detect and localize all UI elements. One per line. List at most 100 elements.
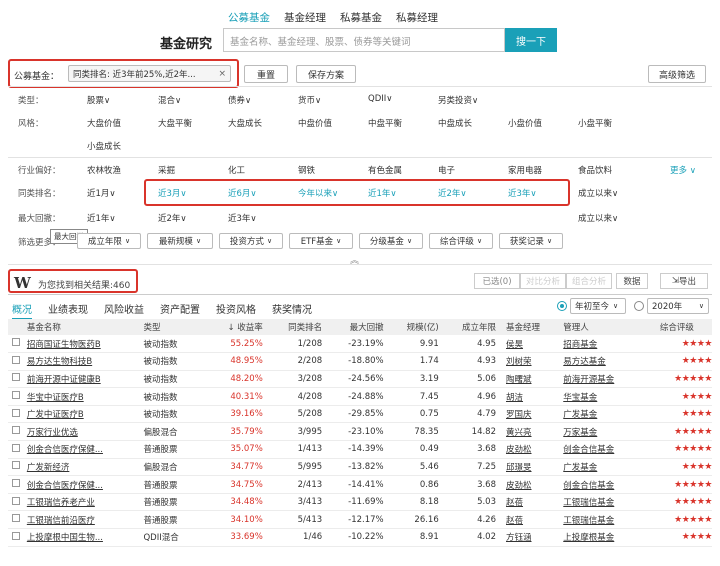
style-option[interactable]: 中盘价值	[298, 117, 332, 129]
table-row[interactable]: 工银瑞信养老产业 普通股票 34.48% 3/413 -11.69% 8.18 5.03 赵蓓…	[8, 493, 712, 512]
fund-name-link[interactable]: 万家行业优选	[22, 422, 140, 442]
tab-risk-return[interactable]: 风险收益	[104, 301, 144, 320]
industry-option[interactable]: 农林牧渔	[87, 164, 121, 176]
manager-link[interactable]: 黄兴亮	[502, 422, 560, 442]
data-button[interactable]: 数据	[616, 273, 648, 289]
row-checkbox[interactable]	[8, 370, 23, 389]
rank-option-3y[interactable]: 近3年∨	[508, 187, 537, 199]
industry-option[interactable]: 钢铁	[298, 164, 315, 176]
header-years[interactable]: 成立年限	[445, 319, 502, 335]
filter-chip[interactable]: 同类排名: 近3年前25%,近2年... ×	[68, 65, 231, 82]
row-checkbox[interactable]	[8, 352, 23, 371]
table-row[interactable]: 广发中证医疗B 被动指数 39.16% 5/208 -29.85% 0.75 4.79 罗国庆…	[8, 405, 712, 424]
table-row[interactable]: 华宝中证医疗B 被动指数 40.31% 4/208 -24.88% 7.45 4.96 胡洁华…	[8, 387, 712, 406]
checkbox[interactable]	[12, 391, 20, 400]
manager-link[interactable]: 赵蓓	[502, 510, 560, 530]
row-checkbox[interactable]	[8, 405, 23, 424]
compare-button[interactable]: 对比分析	[520, 273, 566, 289]
style-option[interactable]: 大盘成长	[228, 117, 262, 129]
selected-button[interactable]: 已选(0)	[474, 273, 520, 289]
checkbox[interactable]	[12, 338, 20, 347]
fund-name-link[interactable]: 易方达生物科技B	[22, 352, 140, 371]
fund-name-link[interactable]: 创金合信医疗保健...	[22, 475, 140, 494]
drawdown-option[interactable]: 成立以来∨	[578, 212, 618, 224]
drawdown-option[interactable]: 近1年∨	[87, 212, 116, 224]
industry-option[interactable]: 化工	[228, 164, 245, 176]
manager-link[interactable]: 侯昊	[502, 335, 560, 354]
fund-name-link[interactable]: 工银瑞信前沿医疗	[22, 510, 140, 530]
row-checkbox[interactable]	[8, 493, 23, 512]
reset-button[interactable]: 重置	[244, 65, 288, 83]
filter-graded-dropdown[interactable]: 分级基金 ∨	[359, 233, 423, 249]
row-checkbox[interactable]	[8, 528, 23, 547]
nav-tab-private-funds[interactable]: 私募基金	[340, 10, 382, 30]
company-link[interactable]: 广发基金	[559, 405, 638, 424]
style-option[interactable]: 小盘平衡	[578, 117, 612, 129]
table-row[interactable]: 工银瑞信前沿医疗 普通股票 34.10% 5/413 -12.17% 26.16 4.26 赵…	[8, 510, 712, 530]
rank-option-2y[interactable]: 近2年∨	[438, 187, 467, 199]
more-industries-link[interactable]: 更多 ∨	[670, 164, 696, 176]
save-scheme-button[interactable]: 保存方案	[296, 65, 356, 83]
company-link[interactable]: 工银瑞信基金	[559, 510, 638, 530]
header-return[interactable]: ↓ 收益率	[207, 319, 268, 335]
table-row[interactable]: 创金合信医疗保健... 普通股票 34.75% 2/413 -14.41% 0.86 3.6…	[8, 475, 712, 494]
style-option[interactable]: 中盘成长	[438, 117, 472, 129]
header-drawdown[interactable]: 最大回撤	[328, 319, 389, 335]
type-option-stock[interactable]: 股票∨	[87, 94, 110, 106]
manager-link[interactable]: 方钰涵	[502, 528, 560, 547]
style-option[interactable]: 小盘成长	[87, 140, 121, 152]
year-select[interactable]: 2020年 ∨	[647, 298, 709, 314]
row-checkbox[interactable]	[8, 458, 23, 477]
company-link[interactable]: 前海开源基金	[559, 370, 638, 389]
table-row[interactable]: 前海开源中证健康B 被动指数 48.20% 3/208 -24.56% 3.19 5.06 陶…	[8, 370, 712, 389]
company-link[interactable]: 创金合信基金	[559, 440, 638, 459]
company-link[interactable]: 招商基金	[559, 335, 638, 354]
portfolio-analysis-button[interactable]: 组合分析	[566, 273, 612, 289]
rank-option-ytd[interactable]: 今年以来∨	[298, 187, 338, 199]
row-checkbox[interactable]	[8, 422, 23, 442]
style-option[interactable]: 大盘平衡	[158, 117, 192, 129]
checkbox[interactable]	[12, 496, 20, 505]
row-checkbox[interactable]	[8, 510, 23, 530]
period-radio[interactable]	[557, 301, 567, 311]
search-button[interactable]: 搜一下	[505, 28, 557, 52]
fund-name-link[interactable]: 广发新经济	[22, 458, 140, 477]
rank-option-inception[interactable]: 成立以来∨	[578, 187, 618, 199]
fund-name-link[interactable]: 广发中证医疗B	[22, 405, 140, 424]
close-icon[interactable]: ×	[218, 69, 226, 79]
type-option-bond[interactable]: 债券∨	[228, 94, 251, 106]
tab-awards[interactable]: 获奖情况	[272, 301, 312, 320]
table-row[interactable]: 创金合信医疗保健... 普通股票 35.07% 1/413 -14.39% 0.49 3.6…	[8, 440, 712, 459]
year-radio[interactable]	[634, 301, 644, 311]
search-input[interactable]: 基金名称、基金经理、股票、债券等关键词	[223, 28, 505, 52]
table-row[interactable]: 万家行业优选 偏股混合 35.79% 3/995 -23.10% 78.35 14.82 黄兴…	[8, 422, 712, 442]
checkbox[interactable]	[12, 514, 20, 523]
fund-name-link[interactable]: 工银瑞信养老产业	[22, 493, 140, 512]
drawdown-option[interactable]: 近3年∨	[228, 212, 257, 224]
rank-option-1m[interactable]: 近1月∨	[87, 187, 116, 199]
company-link[interactable]: 万家基金	[559, 422, 638, 442]
industry-option[interactable]: 有色金属	[368, 164, 402, 176]
filter-size-dropdown[interactable]: 最新规模 ∨	[147, 233, 213, 249]
style-option[interactable]: 小盘价值	[508, 117, 542, 129]
row-checkbox[interactable]	[8, 475, 23, 494]
advanced-filter-button[interactable]: 高级筛选	[648, 65, 706, 83]
industry-option[interactable]: 食品饮料	[578, 164, 612, 176]
company-link[interactable]: 易方达基金	[559, 352, 638, 371]
type-option-alternative[interactable]: 另类投资∨	[438, 94, 478, 106]
tab-invest-style[interactable]: 投资风格	[216, 301, 256, 320]
checkbox[interactable]	[12, 355, 20, 364]
checkbox[interactable]	[12, 408, 20, 417]
checkbox[interactable]	[12, 443, 20, 452]
type-option-hybrid[interactable]: 混合∨	[158, 94, 181, 106]
rank-option-6m[interactable]: 近6月∨	[228, 187, 257, 199]
filter-rating-dropdown[interactable]: 综合评级 ∨	[429, 233, 493, 249]
company-link[interactable]: 华宝基金	[559, 387, 638, 406]
header-size[interactable]: 规模(亿)	[390, 319, 445, 335]
checkbox[interactable]	[12, 426, 20, 435]
period-select[interactable]: 年初至今 ∨	[570, 298, 626, 314]
table-row[interactable]: 招商国证生物医药B 被动指数 55.25% 1/208 -23.19% 9.91 4.95 侯…	[8, 335, 712, 354]
table-row[interactable]: 上投摩根中国生物... QDII混合 33.69% 1/46 -10.22% 8.91 4.…	[8, 528, 712, 547]
fund-name-link[interactable]: 创金合信医疗保健...	[22, 440, 140, 459]
tab-asset-allocation[interactable]: 资产配置	[160, 301, 200, 320]
